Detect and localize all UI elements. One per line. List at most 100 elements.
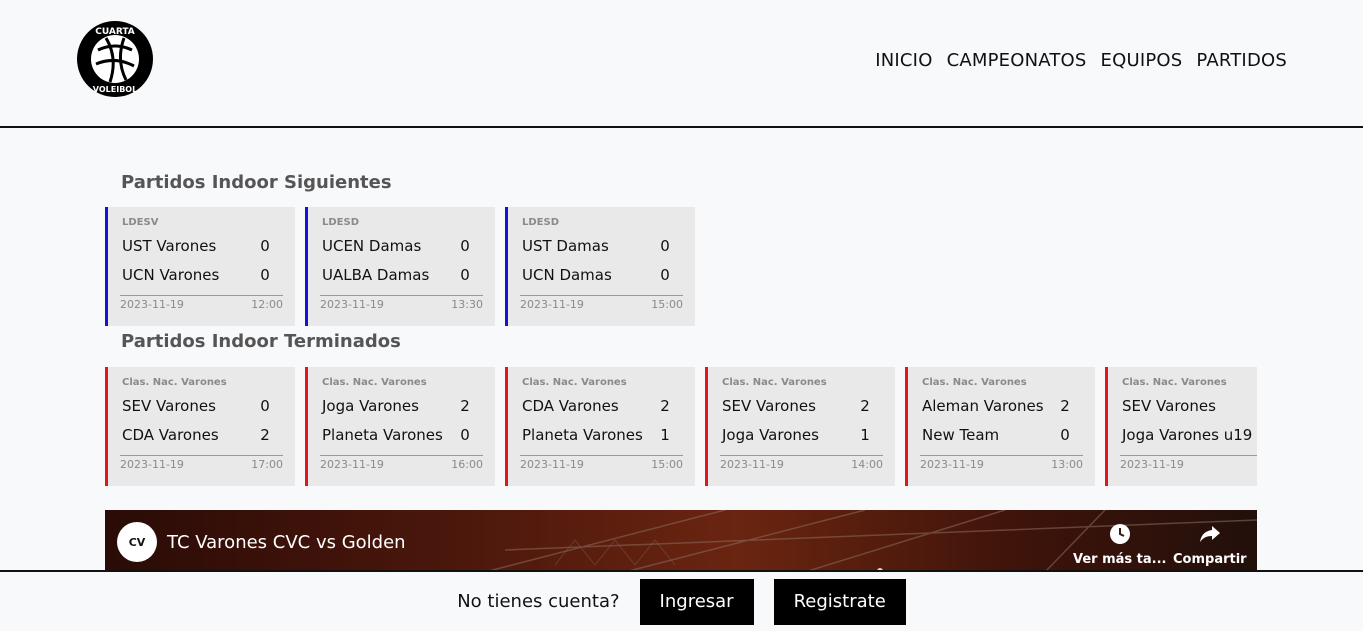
match-date: 2023-11-19 — [120, 458, 184, 471]
home-team-score: 2 — [660, 396, 670, 415]
match-footer: 2023-11-19 16:00 — [320, 455, 483, 471]
clock-icon — [1109, 524, 1130, 544]
away-team-score: 1 — [660, 425, 670, 444]
home-team-name: SEV Varones — [122, 396, 216, 415]
home-team-score: 0 — [260, 236, 270, 255]
match-footer: 2023-11-191 — [1120, 455, 1257, 471]
home-team-name: UST Varones — [122, 236, 217, 255]
away-team-name: Planeta Varones — [322, 425, 443, 444]
match-card[interactable]: Clas. Nac. Varones SEV Varones Joga Varone… — [1105, 367, 1257, 486]
logo-text-top: CUARTA — [95, 27, 135, 37]
nav-partidos[interactable]: PARTIDOS — [1196, 50, 1287, 71]
away-team-row: Planeta Varones 0 — [322, 420, 485, 449]
away-team-score: 0 — [460, 425, 470, 444]
away-team-score: 2 — [260, 425, 270, 444]
match-time: 13:00 — [1051, 458, 1083, 471]
away-team-name: New Team — [922, 425, 1000, 444]
match-league: Clas. Nac. Varones — [722, 377, 827, 388]
register-button[interactable]: Registrate — [773, 578, 906, 625]
home-team-name: Joga Varones — [322, 396, 419, 415]
away-team-row: Planeta Varones 1 — [522, 420, 685, 449]
login-button[interactable]: Ingresar — [639, 578, 754, 625]
match-card[interactable]: Clas. Nac. Varones SEV Varones 0 CDA Varone… — [105, 367, 295, 486]
away-team-name: UCN Varones — [122, 265, 220, 284]
match-date: 2023-11-19 — [720, 458, 784, 471]
away-team-name: UCN Damas — [522, 265, 612, 284]
match-league: LDESV — [122, 217, 159, 228]
match-footer: 2023-11-19 12:00 — [120, 295, 283, 311]
match-time: 13:30 — [451, 298, 483, 311]
cuarta-voleibol-logo[interactable]: CUARTA VOLEIBOL — [76, 20, 154, 98]
home-team-name: SEV Varones — [722, 396, 816, 415]
match-card[interactable]: LDESD UCEN Damas 0 UALBA Damas 0 2023-11-19 13… — [305, 207, 495, 326]
away-team-row: Joga Varones u19 — [1122, 420, 1257, 449]
home-team-row: UST Varones 0 — [122, 231, 285, 260]
upcoming-title: Partidos Indoor Siguientes — [121, 172, 392, 193]
home-team-row: Aleman Varones 2 — [922, 391, 1085, 420]
home-team-name: Aleman Varones — [922, 396, 1044, 415]
home-team-name: UST Damas — [522, 236, 609, 255]
away-team-score: 0 — [1060, 425, 1070, 444]
home-team-row: SEV Varones — [1122, 391, 1257, 420]
home-team-name: CDA Varones — [522, 396, 619, 415]
home-team-row: CDA Varones 2 — [522, 391, 685, 420]
logo-text-bottom: VOLEIBOL — [93, 85, 137, 94]
match-footer: 2023-11-19 14:00 — [720, 455, 883, 471]
upcoming-matches: LDESV UST Varones 0 UCN Varones 0 2023-11-19 1… — [105, 207, 1257, 326]
match-league: Clas. Nac. Varones — [922, 377, 1027, 388]
away-team-name: Joga Varones — [722, 425, 819, 444]
home-team-name: UCEN Damas — [322, 236, 422, 255]
nav-equipos[interactable]: EQUIPOS — [1101, 50, 1183, 71]
home-team-score: 2 — [1060, 396, 1070, 415]
match-time: 15:00 — [651, 458, 683, 471]
watch-later-label: Ver más ta... — [1073, 552, 1167, 567]
home-team-score: 0 — [460, 236, 470, 255]
home-team-row: UCEN Damas 0 — [322, 231, 485, 260]
away-team-name: UALBA Damas — [322, 265, 430, 284]
match-card[interactable]: Clas. Nac. Varones SEV Varones 2 Joga Varon… — [705, 367, 895, 486]
site-header: CUARTA VOLEIBOL INICIO CAMPEONATOS EQUIP… — [0, 0, 1363, 128]
match-card[interactable]: Clas. Nac. Varones CDA Varones 2 Planeta Va… — [505, 367, 695, 486]
match-league: Clas. Nac. Varones — [1122, 377, 1227, 388]
match-date: 2023-11-19 — [1120, 458, 1184, 471]
video-title[interactable]: TC Varones CVC vs Golden — [167, 532, 406, 553]
match-date: 2023-11-19 — [520, 298, 584, 311]
watch-later-button[interactable]: Ver más ta... — [1073, 522, 1167, 567]
match-card[interactable]: LDESV UST Varones 0 UCN Varones 0 2023-11-19 1… — [105, 207, 295, 326]
video-embed[interactable]: CV TC Varones CVC vs Golden Ver más ta..… — [105, 510, 1257, 572]
match-time: 16:00 — [451, 458, 483, 471]
channel-avatar[interactable]: CV — [117, 522, 157, 562]
match-date: 2023-11-19 — [320, 458, 384, 471]
away-team-score: 0 — [460, 265, 470, 284]
match-league: LDESD — [322, 217, 360, 228]
nav-inicio[interactable]: INICIO — [875, 50, 932, 71]
share-label: Compartir — [1173, 552, 1247, 567]
away-team-row: Joga Varones 1 — [722, 420, 885, 449]
channel-initials: CV — [128, 535, 146, 549]
match-time: 17:00 — [251, 458, 283, 471]
match-league: Clas. Nac. Varones — [122, 377, 227, 388]
home-team-name: SEV Varones — [1122, 396, 1216, 415]
match-card[interactable]: Clas. Nac. Varones Aleman Varones 2 New Tea… — [905, 367, 1095, 486]
away-team-score: 0 — [660, 265, 670, 284]
match-date: 2023-11-19 — [920, 458, 984, 471]
share-icon — [1199, 526, 1220, 542]
away-team-name: Joga Varones u19 — [1122, 425, 1253, 444]
away-team-row: UCN Damas 0 — [522, 260, 685, 289]
match-time: 14:00 — [851, 458, 883, 471]
away-team-row: UCN Varones 0 — [122, 260, 285, 289]
nav-campeonatos[interactable]: CAMPEONATOS — [947, 50, 1087, 71]
away-team-score: 0 — [260, 265, 270, 284]
share-button[interactable]: Compartir — [1173, 522, 1247, 567]
away-team-row: New Team 0 — [922, 420, 1085, 449]
match-time: 12:00 — [251, 298, 283, 311]
match-date: 2023-11-19 — [320, 298, 384, 311]
home-team-row: SEV Varones 0 — [122, 391, 285, 420]
home-team-score: 2 — [460, 396, 470, 415]
match-card[interactable]: LDESD UST Damas 0 UCN Damas 0 2023-11-19 15:00 — [505, 207, 695, 326]
away-team-row: UALBA Damas 0 — [322, 260, 485, 289]
match-footer: 2023-11-19 15:00 — [520, 295, 683, 311]
match-footer: 2023-11-19 17:00 — [120, 455, 283, 471]
no-account-text: No tienes cuenta? — [457, 591, 620, 612]
match-card[interactable]: Clas. Nac. Varones Joga Varones 2 Planeta V… — [305, 367, 495, 486]
